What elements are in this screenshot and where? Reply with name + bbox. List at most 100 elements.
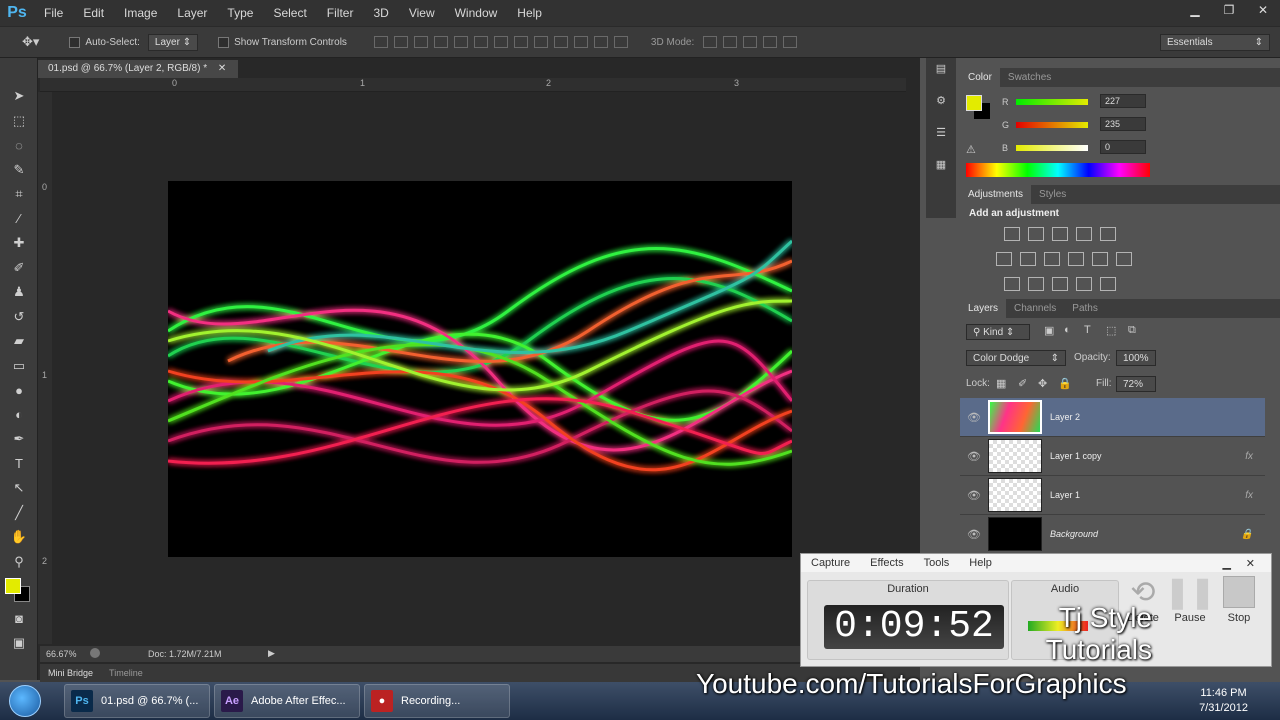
stamp-tool-icon[interactable]: ♟ <box>0 280 38 305</box>
color-spectrum-bar[interactable] <box>966 163 1150 177</box>
auto-select-checkbox[interactable] <box>69 36 81 48</box>
levels-icon[interactable] <box>1028 227 1044 241</box>
recorder-close-icon[interactable]: ✕ <box>1236 557 1265 570</box>
blur-tool-icon[interactable]: ● <box>0 378 38 403</box>
close-tab-icon[interactable]: ✕ <box>218 63 226 74</box>
black-white-icon[interactable] <box>1044 252 1060 266</box>
filter-type-icon[interactable]: T <box>1084 324 1091 336</box>
gradient-tool-icon[interactable]: ▭ <box>0 354 38 379</box>
tab-paths[interactable]: Paths <box>1064 303 1106 314</box>
distribute-vcenter-icon[interactable] <box>513 36 528 48</box>
r-slider[interactable] <box>1016 99 1088 105</box>
minimize-icon[interactable]: ▁ <box>1178 0 1212 20</box>
zoom-level[interactable]: 66.67% <box>46 649 77 659</box>
visibility-eye-icon[interactable]: 👁 <box>960 489 988 502</box>
history-icon[interactable]: ▤ <box>926 62 956 86</box>
menu-type[interactable]: Type <box>217 0 263 26</box>
menu-3d[interactable]: 3D <box>363 0 398 26</box>
move-tool-icon[interactable]: ➤ <box>0 84 38 109</box>
screen-mode-icon[interactable]: ▣ <box>0 631 38 656</box>
restore-icon[interactable]: ❐ <box>1212 0 1246 20</box>
auto-select-dropdown[interactable]: Layer ⇕ <box>147 33 199 51</box>
layer-effects-icon[interactable]: fx <box>1245 490 1253 501</box>
3d-rotate-icon[interactable] <box>703 36 718 48</box>
align-hcenter-icon[interactable] <box>453 36 468 48</box>
align-top-icon[interactable] <box>373 36 388 48</box>
layer-row-layer-1[interactable]: 👁 Layer 1 fx <box>960 476 1265 515</box>
menu-filter[interactable]: Filter <box>317 0 364 26</box>
vibrance-icon[interactable] <box>1100 227 1116 241</box>
menu-image[interactable]: Image <box>114 0 167 26</box>
b-value[interactable]: 0 <box>1100 140 1146 154</box>
distribute-left-icon[interactable] <box>553 36 568 48</box>
type-tool-icon[interactable]: T <box>0 452 38 477</box>
show-transform-checkbox[interactable] <box>218 36 230 48</box>
recorder-menu-help[interactable]: Help <box>959 557 1002 569</box>
document-canvas[interactable] <box>168 181 792 557</box>
brush-tool-icon[interactable]: ✐ <box>0 256 38 281</box>
layer-name[interactable]: Layer 1 <box>1050 490 1080 500</box>
system-clock[interactable]: 11:46 PM 7/31/2012 <box>1199 686 1248 716</box>
color-balance-icon[interactable] <box>1020 252 1036 266</box>
close-icon[interactable]: ✕ <box>1246 0 1280 20</box>
tab-styles[interactable]: Styles <box>1031 189 1074 200</box>
marquee-tool-icon[interactable]: ⬚ <box>0 109 38 134</box>
b-slider[interactable] <box>1016 145 1088 151</box>
filter-adjustment-icon[interactable]: ◐ <box>1064 324 1071 336</box>
workspace-dropdown[interactable]: Essentials ⇕ <box>1160 33 1270 51</box>
tab-layers[interactable]: Layers <box>960 299 1007 318</box>
g-slider[interactable] <box>1016 122 1088 128</box>
menu-file[interactable]: File <box>34 0 73 26</box>
menu-select[interactable]: Select <box>263 0 316 26</box>
tab-color[interactable]: Color <box>960 68 1000 87</box>
eyedropper-tool-icon[interactable]: ⁄ <box>0 207 38 232</box>
tab-swatches[interactable]: Swatches <box>1000 72 1059 83</box>
actions-icon[interactable]: ⚙ <box>926 94 956 118</box>
line-tool-icon[interactable]: ╱ <box>0 501 38 526</box>
quick-mask-icon[interactable]: ◙ <box>0 606 38 631</box>
menu-window[interactable]: Window <box>445 0 508 26</box>
distribute-right-icon[interactable] <box>593 36 608 48</box>
distribute-bottom-icon[interactable] <box>533 36 548 48</box>
document-tab[interactable]: 01.psd @ 66.7% (Layer 2, RGB/8) * ✕ <box>38 60 238 78</box>
lock-transparent-icon[interactable]: ▦ <box>996 377 1006 390</box>
blend-mode-dropdown[interactable]: Color Dodge ⇕ <box>966 350 1066 366</box>
filter-shape-icon[interactable]: ⬚ <box>1106 324 1116 337</box>
layer-name[interactable]: Background <box>1050 529 1098 539</box>
visibility-eye-icon[interactable]: 👁 <box>960 450 988 463</box>
status-icon[interactable] <box>90 648 100 658</box>
filter-pixel-icon[interactable]: ▣ <box>1044 324 1054 337</box>
lock-all-icon[interactable]: 🔒 <box>1058 377 1072 390</box>
recorder-menu-tools[interactable]: Tools <box>914 557 960 569</box>
layer-row-layer-1-copy[interactable]: 👁 Layer 1 copy fx <box>960 437 1265 476</box>
quick-select-tool-icon[interactable]: ✎ <box>0 158 38 183</box>
taskbar-after-effects[interactable]: Ae Adobe After Effec... <box>214 684 360 718</box>
align-left-icon[interactable] <box>433 36 448 48</box>
lock-pixels-icon[interactable]: ✐ <box>1018 377 1027 390</box>
color-lookup-icon[interactable] <box>1116 252 1132 266</box>
eraser-tool-icon[interactable]: ▰ <box>0 329 38 354</box>
tab-timeline[interactable]: Timeline <box>101 668 151 678</box>
tab-mini-bridge[interactable]: Mini Bridge <box>40 668 101 678</box>
align-vcenter-icon[interactable] <box>393 36 408 48</box>
taskbar-recording[interactable]: ● Recording... <box>364 684 510 718</box>
gamut-warning-icon[interactable]: ⚠ <box>966 143 976 156</box>
invert-icon[interactable] <box>1004 277 1020 291</box>
auto-align-icon[interactable] <box>613 36 628 48</box>
zoom-tool-icon[interactable]: ⚲ <box>0 550 38 575</box>
layer-name[interactable]: Layer 1 copy <box>1050 451 1102 461</box>
history-brush-tool-icon[interactable]: ↺ <box>0 305 38 330</box>
3d-roll-icon[interactable] <box>723 36 738 48</box>
pen-tool-icon[interactable]: ✒ <box>0 427 38 452</box>
lasso-tool-icon[interactable]: ◌ <box>0 133 38 158</box>
distribute-hcenter-icon[interactable] <box>573 36 588 48</box>
menu-view[interactable]: View <box>399 0 445 26</box>
fill-field[interactable]: 72% <box>1116 376 1156 392</box>
foreground-color-chip[interactable] <box>966 95 982 111</box>
photo-filter-icon[interactable] <box>1068 252 1084 266</box>
visibility-eye-icon[interactable]: 👁 <box>960 528 988 541</box>
curves-icon[interactable] <box>1052 227 1068 241</box>
play-arrow-icon[interactable]: ▶ <box>268 648 275 659</box>
start-button[interactable] <box>0 682 50 720</box>
menu-edit[interactable]: Edit <box>73 0 114 26</box>
